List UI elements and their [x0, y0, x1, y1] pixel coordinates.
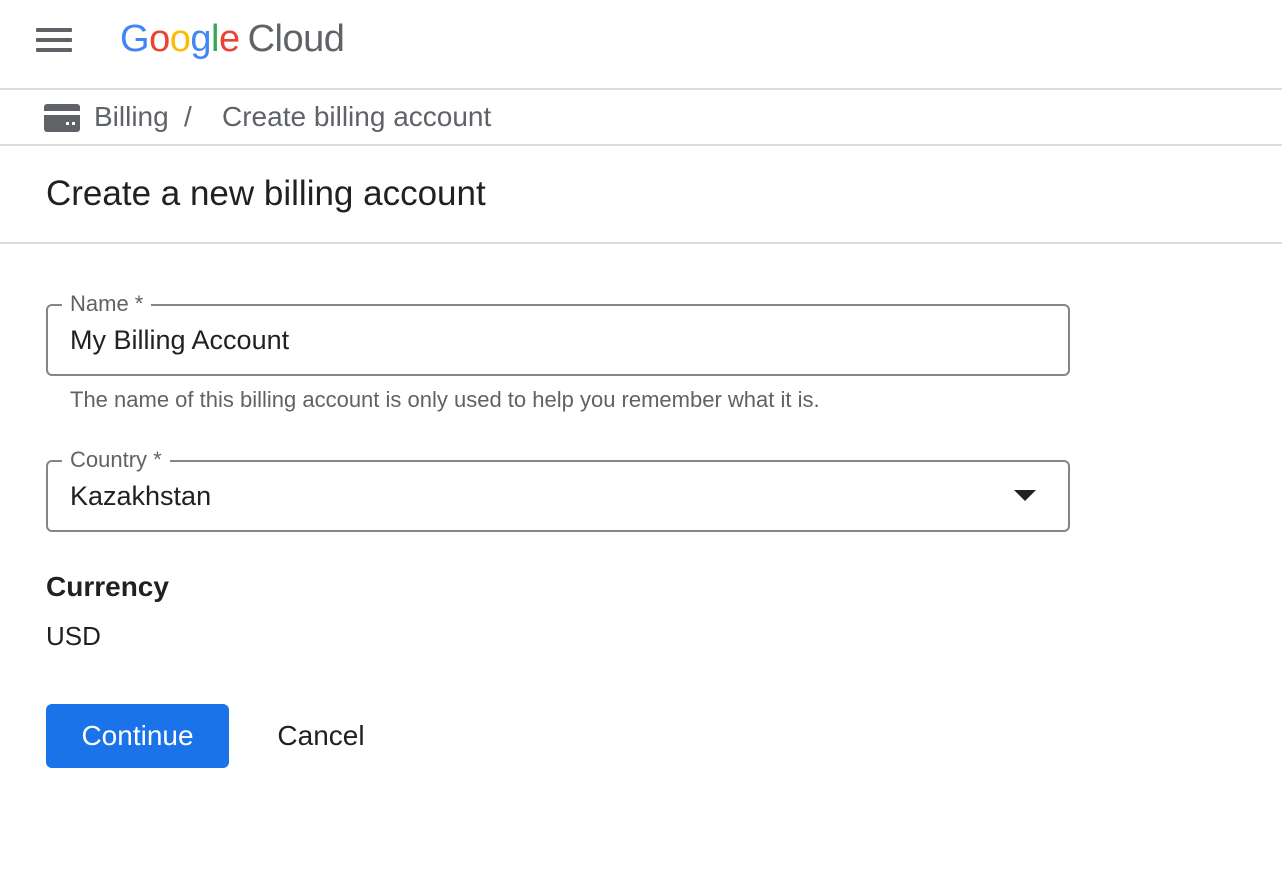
breadcrumb-billing-link[interactable]: Billing [94, 100, 169, 134]
dropdown-arrow-icon[interactable] [1014, 490, 1036, 501]
country-select-value: Kazakhstan [70, 481, 212, 511]
breadcrumb: Billing / Create billing account [0, 90, 1282, 146]
name-field-hint: The name of this billing account is only… [70, 387, 820, 412]
google-cloud-logo[interactable]: Google Cloud [120, 14, 345, 64]
breadcrumb-separator: / [184, 101, 192, 132]
name-field[interactable]: Name * My Billing Account [46, 290, 1070, 376]
name-field-label: Name * [62, 290, 152, 318]
top-app-bar: Google Cloud [0, 0, 1282, 90]
country-select[interactable]: Country * Kazakhstan [46, 446, 1070, 532]
name-field-value[interactable]: My Billing Account [70, 323, 289, 357]
cancel-button[interactable]: Cancel [252, 704, 390, 768]
currency-label: Currency [46, 571, 169, 602]
country-select-label: Country * [62, 446, 170, 474]
currency-value: USD [46, 621, 101, 651]
hamburger-menu-icon[interactable] [32, 22, 76, 58]
logo-product-name: Cloud [247, 18, 345, 60]
breadcrumb-current-page: Create billing account [222, 101, 492, 132]
billing-card-icon [44, 104, 80, 132]
page-header: Create a new billing account [0, 146, 1282, 244]
continue-button[interactable]: Continue [46, 704, 229, 768]
page-title: Create a new billing account [46, 174, 486, 213]
